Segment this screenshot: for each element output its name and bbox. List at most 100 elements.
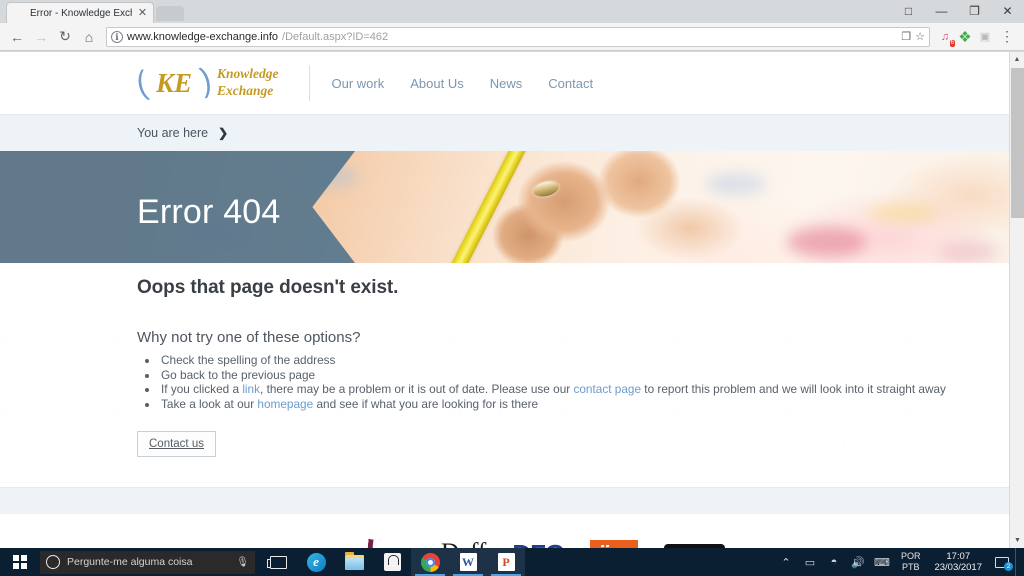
clock-date: 23/03/2017 (934, 562, 982, 573)
back-icon[interactable]: ← (6, 26, 28, 48)
maximize-button[interactable]: ❐ (958, 0, 991, 22)
cortana-placeholder: Pergunte-me alguma coisa (67, 556, 193, 568)
window-controls: □ — ❐ ✕ (892, 0, 1024, 22)
deff-logo[interactable] (337, 534, 415, 548)
wifi-icon[interactable]: ◓ (822, 548, 846, 576)
reload-icon[interactable]: ↻ (54, 26, 76, 48)
address-bar[interactable]: ℹ www.knowledge-exchange.info /Default.a… (106, 26, 930, 47)
scroll-down-arrow-icon[interactable]: ▼ (1010, 533, 1024, 548)
omnibox-icons: ❐ ☆ (901, 30, 925, 43)
language-line-1: POR (900, 551, 921, 561)
powerpoint-icon: P (497, 553, 515, 571)
taskbar-chrome[interactable] (411, 548, 449, 576)
nav-item-about-us[interactable]: About Us (410, 76, 463, 91)
web-page: ( KE ) Knowledge Exchange Our work About… (0, 52, 1009, 548)
link-link[interactable]: link (242, 382, 260, 396)
language-indicator[interactable]: POR PTB (894, 551, 928, 573)
taskbar-apps: e W P (259, 548, 525, 576)
close-window-button[interactable]: ✕ (991, 0, 1024, 22)
option-4-post: and see if what you are looking for is t… (313, 396, 539, 411)
task-view-icon (266, 555, 287, 569)
bookmark-star-icon[interactable]: ☆ (915, 30, 925, 43)
volume-icon[interactable]: 🔊 (846, 548, 870, 576)
taskbar-store[interactable] (373, 548, 411, 576)
page-scrollbar[interactable]: ▲ ▼ (1009, 52, 1024, 548)
dfg-logo[interactable]: DFG (512, 534, 565, 548)
start-button[interactable] (0, 548, 40, 576)
error-heading: Oops that page doesn't exist. (137, 277, 399, 298)
contact-us-button[interactable]: Contact us (137, 431, 216, 458)
forward-icon[interactable]: → (30, 26, 52, 48)
nav-item-news[interactable]: News (490, 76, 523, 91)
dfg-logo-text: DFG (512, 540, 565, 548)
surf-logo[interactable]: SURF (663, 534, 726, 548)
list-item: If you clicked a link, there may be a pr… (159, 382, 1009, 397)
chevron-right-icon[interactable]: ❯ (218, 126, 228, 140)
display-icon[interactable]: ▭ (798, 548, 822, 576)
taskbar-edge[interactable]: e (297, 548, 335, 576)
option-3-mid: , there may be a problem or it is out of… (260, 382, 574, 397)
page-viewport: ( KE ) Knowledge Exchange Our work About… (0, 52, 1024, 548)
action-center-button[interactable]: 2 (989, 548, 1015, 576)
extension-badge: 6 (949, 39, 955, 47)
jisc-logo[interactable]: jisc (590, 534, 638, 548)
partner-logos: Deff DFG jisc SURF (337, 534, 726, 548)
home-icon[interactable]: ⌂ (78, 26, 100, 48)
jisc-logo-text: jisc (590, 540, 638, 548)
blurred-object (787, 227, 868, 258)
cube-extension-icon[interactable]: ❖ (956, 28, 974, 46)
hero-banner: Error 404 (0, 151, 1009, 263)
language-line-2: PTB (901, 562, 920, 572)
option-3-post: to report this problem and we will look … (641, 382, 946, 397)
header-divider (308, 65, 310, 101)
page-info-icon[interactable]: ℹ (111, 30, 123, 43)
browser-tab[interactable]: ke-favicon Error - Knowledge Exch ✕ (6, 2, 154, 23)
minimize-button[interactable]: — (925, 0, 958, 22)
taskbar-powerpoint[interactable]: P (487, 548, 525, 576)
logo-ke-text: KE (155, 67, 193, 98)
logo-paren-right-icon: ) (197, 61, 215, 100)
deff-logo-text: Deff (441, 538, 486, 548)
taskbar-file-explorer[interactable] (335, 548, 373, 576)
new-tab-button[interactable] (156, 6, 184, 21)
deff-swoosh-icon (365, 538, 391, 548)
site-header: ( KE ) Knowledge Exchange Our work About… (0, 52, 1009, 114)
hand-photo-element (474, 151, 775, 263)
option-text-2: Go back to the previous page (161, 367, 316, 382)
edge-icon: e (306, 552, 326, 572)
user-profile-icon[interactable]: □ (892, 0, 925, 22)
taskbar-word[interactable]: W (449, 548, 487, 576)
breadcrumb-label: You are here (137, 126, 209, 140)
keyboard-icon[interactable]: ⌨ (870, 548, 894, 576)
nav-item-contact[interactable]: Contact (548, 76, 593, 91)
option-text-1: Check the spelling of the address (161, 353, 336, 367)
contact-page-link[interactable]: contact page (573, 382, 641, 396)
music-extension-icon[interactable]: ♫ 6 (936, 28, 955, 47)
nav-item-our-work[interactable]: Our work (332, 76, 385, 91)
logo-line-2: Exchange (217, 83, 274, 98)
show-hidden-icons-chevron-icon[interactable]: ⌃ (774, 548, 798, 576)
page-title: Error 404 (137, 193, 281, 231)
microphone-icon[interactable]: 🎙 (236, 557, 249, 568)
option-3-pre: If you clicked a (161, 382, 243, 397)
cortana-icon (46, 555, 60, 569)
options-subheading: Why not try one of these options? (137, 329, 361, 346)
tab-close-icon[interactable]: ✕ (136, 7, 149, 20)
deff-wordmark[interactable]: Deff (441, 534, 486, 548)
folder-icon (344, 551, 364, 570)
clock[interactable]: 17:07 23/03/2017 (927, 551, 989, 573)
homepage-link[interactable]: homepage (257, 397, 313, 411)
clock-time: 17:07 (946, 551, 971, 562)
save-page-icon[interactable]: ❐ (901, 30, 911, 43)
list-item: Go back to the previous page (159, 368, 1009, 383)
gray-extension-icon[interactable]: ▣ (976, 28, 994, 46)
browser-menu-icon[interactable]: ⋮ (996, 26, 1018, 48)
show-desktop-button[interactable] (1015, 548, 1020, 576)
taskbar-task-view[interactable] (259, 548, 297, 576)
store-icon (383, 553, 401, 571)
cortana-search-box[interactable]: Pergunte-me alguma coisa 🎙 (40, 550, 255, 574)
site-logo[interactable]: ( KE ) Knowledge Exchange (133, 62, 278, 103)
scrollbar-thumb[interactable] (1011, 68, 1024, 218)
list-item: Check the spelling of the address (159, 353, 1009, 368)
scroll-up-arrow-icon[interactable]: ▲ (1010, 52, 1024, 67)
